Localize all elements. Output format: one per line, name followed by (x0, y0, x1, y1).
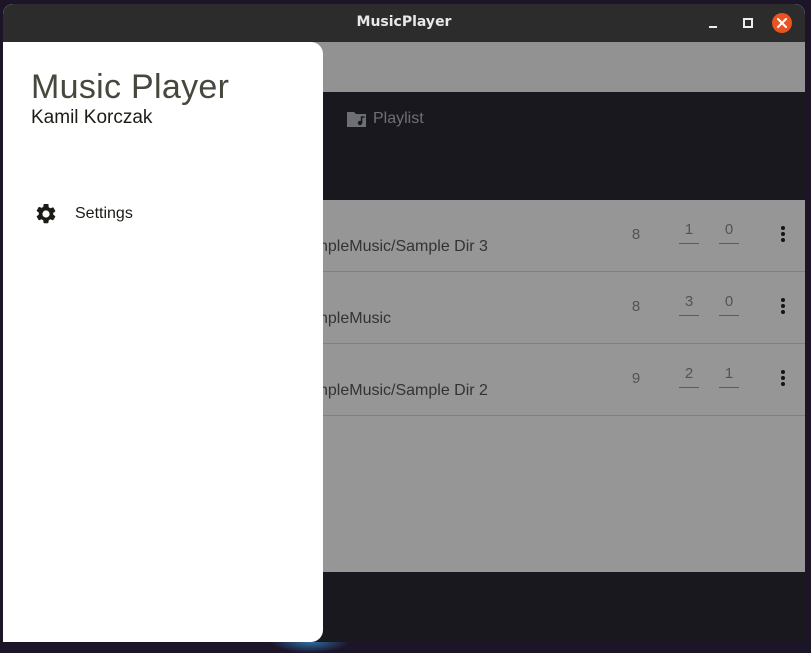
drawer-subtitle: Kamil Korczak (31, 107, 153, 128)
app-content: Playlist nplеMusic/Sample Dir 3 8 1 0 np… (3, 42, 805, 642)
maximize-button[interactable] (738, 13, 758, 33)
gear-icon (36, 203, 56, 224)
app-window: MusicPlayer Playlist nplеMusic/Sample Di… (3, 4, 805, 642)
window-title: MusicPlayer (356, 14, 452, 30)
drawer-title: Music Player (31, 68, 230, 106)
drawer-item-settings[interactable]: Settings (15, 194, 311, 234)
close-icon (777, 18, 787, 28)
navigation-drawer: Music Player Kamil Korczak Settings (3, 42, 323, 642)
minimize-button[interactable] (703, 13, 723, 33)
title-bar[interactable]: MusicPlayer (3, 4, 805, 42)
minimize-icon (709, 26, 717, 28)
close-button[interactable] (772, 13, 792, 33)
drawer-item-label: Settings (75, 205, 133, 222)
maximize-icon (743, 18, 753, 28)
